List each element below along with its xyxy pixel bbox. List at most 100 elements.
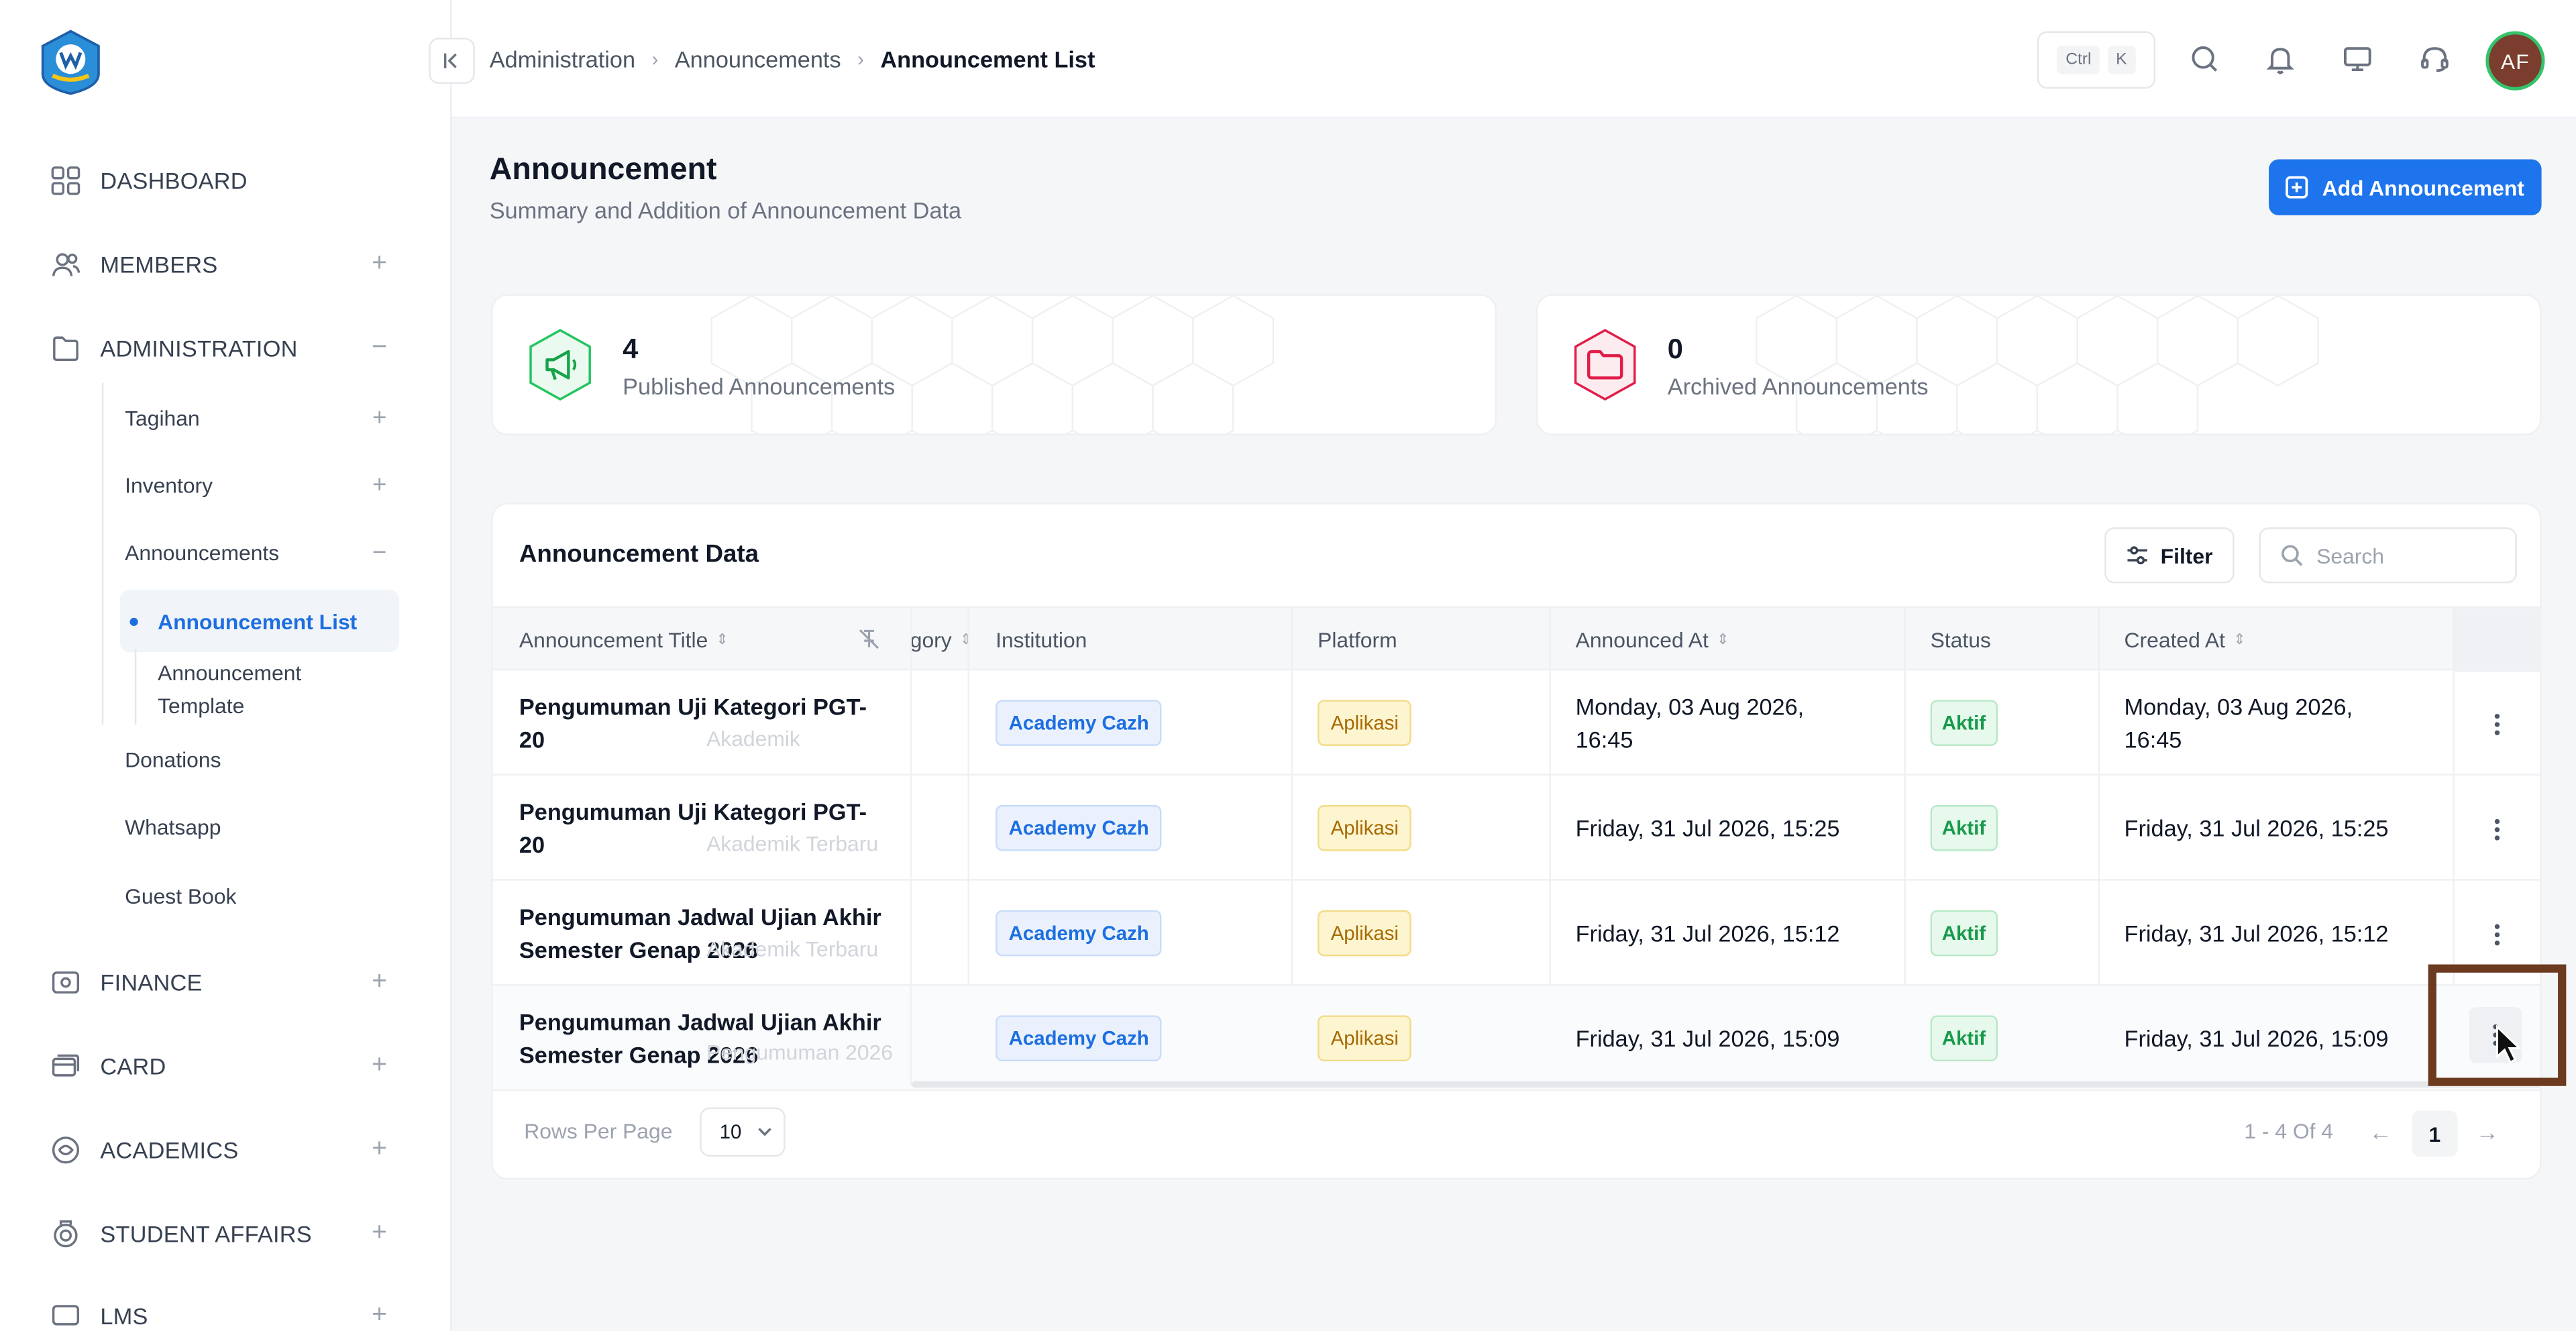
sort-icon[interactable]: ⇕	[2233, 631, 2245, 649]
expand-icon[interactable]: +	[368, 1301, 391, 1331]
sidebar-item-student-affairs[interactable]: STUDENT AFFAIRS +	[49, 1214, 390, 1254]
column-header-announced-at[interactable]: Announced At ⇕	[1576, 608, 1729, 672]
horizontal-scrollbar[interactable]	[912, 1081, 2540, 1088]
academics-icon	[49, 1134, 82, 1167]
sidebar-item-administration[interactable]: ADMINISTRATION −	[49, 329, 390, 368]
logo-icon[interactable]	[36, 28, 105, 97]
more-vertical-icon[interactable]	[2476, 808, 2519, 851]
column-header-created-at[interactable]: Created At ⇕	[2125, 608, 2246, 672]
kbd-key: Ctrl	[2057, 46, 2100, 74]
sidebar-item-label: FINANCE	[100, 969, 203, 996]
users-icon	[49, 248, 82, 281]
sidebar-item-finance[interactable]: FINANCE +	[49, 963, 390, 1002]
expand-icon[interactable]: +	[368, 1051, 391, 1081]
sidebar-item-dashboard[interactable]: DASHBOARD	[49, 161, 390, 201]
platform-badge: Aplikasi	[1318, 700, 1412, 746]
column-header-title[interactable]: Announcement Title ⇕	[519, 608, 729, 672]
cell-platform: Aplikasi	[1318, 986, 1412, 1091]
expand-icon[interactable]: +	[368, 1135, 391, 1165]
mouse-cursor-icon	[2496, 1025, 2522, 1064]
more-vertical-icon[interactable]	[2476, 703, 2519, 746]
pagination-range: 1 - 4 Of 4	[2244, 1118, 2334, 1144]
bell-icon[interactable]	[2264, 43, 2297, 76]
sidebar-item-label: LMS	[100, 1303, 148, 1330]
unpin-column-icon[interactable]	[857, 628, 880, 651]
sidebar: DASHBOARD MEMBERS + ADMINISTRATION − Tag…	[0, 0, 452, 1331]
breadcrumb-current: Announcement List	[880, 46, 1095, 72]
sidebar-item-members[interactable]: MEMBERS +	[49, 245, 390, 284]
add-announcement-label: Add Announcement	[2322, 174, 2524, 200]
rows-per-page-select[interactable]: 10	[700, 1107, 786, 1157]
sidebar-item-guest-book[interactable]: Guest Book	[125, 877, 391, 914]
cell-created-at: Monday, 03 Aug 2026, 16:45	[2124, 693, 2353, 753]
search-input[interactable]	[2316, 543, 2498, 568]
monitor-icon[interactable]	[2341, 43, 2374, 76]
expand-icon[interactable]: +	[368, 967, 391, 997]
status-badge: Aktif	[1930, 700, 1998, 746]
column-header-label: Announced At	[1575, 627, 1709, 653]
column-header-platform[interactable]: Platform	[1318, 608, 1397, 672]
command-palette-button[interactable]: Ctrl K	[2037, 31, 2156, 89]
sidebar-item-tagihan[interactable]: Tagihan +	[125, 399, 391, 435]
sidebar-item-announcement-list[interactable]: Announcement List	[119, 590, 400, 653]
table-row[interactable]: Pengumuman Jadwal Ujian Akhir Semester G…	[492, 881, 2540, 986]
search-icon[interactable]	[2188, 43, 2221, 76]
expand-icon[interactable]: +	[368, 1219, 391, 1248]
cell-announced-at: Friday, 31 Jul 2026, 15:09	[1575, 1025, 1840, 1052]
page-number[interactable]: 1	[2412, 1110, 2458, 1157]
sidebar-item-label: ADMINISTRATION	[100, 335, 298, 362]
page-subtitle: Summary and Addition of Announcement Dat…	[489, 197, 962, 224]
sidebar-item-label: DASHBOARD	[100, 167, 248, 194]
expand-icon[interactable]: +	[368, 403, 391, 431]
sort-icon[interactable]: ⇕	[960, 631, 972, 649]
sort-icon[interactable]: ⇕	[716, 631, 729, 649]
chevron-down-icon	[759, 1128, 772, 1136]
prev-page-icon[interactable]: ←	[2369, 1119, 2392, 1145]
sidebar-item-lms[interactable]: LMS +	[49, 1296, 390, 1330]
page-title: Announcement	[489, 152, 717, 188]
table-row[interactable]: Pengumuman Jadwal Ujian Akhir Semester G…	[492, 986, 2540, 1092]
table-row[interactable]: Pengumuman Uji Kategori PGT-20 Akademik …	[492, 776, 2540, 881]
sidebar-item-announcement-template[interactable]: Announcement Template	[158, 657, 371, 723]
cell-institution: Academy Cazh	[996, 776, 1163, 881]
column-header-category[interactable]: gory ⇕	[910, 608, 973, 672]
breadcrumb-item[interactable]: Administration	[490, 46, 635, 72]
filter-label: Filter	[2160, 543, 2213, 568]
column-header-institution[interactable]: Institution	[996, 608, 1087, 672]
sidebar-item-card[interactable]: CARD +	[49, 1047, 390, 1086]
tree-line	[101, 382, 104, 725]
topbar: Administration › Announcements › Announc…	[429, 0, 2576, 119]
filter-button[interactable]: Filter	[2104, 527, 2235, 584]
expand-icon[interactable]: +	[368, 250, 391, 279]
table-row[interactable]: Pengumuman Uji Kategori PGT-20 Akademik …	[492, 670, 2540, 776]
sidebar-item-academics[interactable]: ACADEMICS +	[49, 1130, 390, 1170]
sidebar-item-label: Announcement List	[158, 608, 358, 634]
next-page-icon[interactable]: →	[2476, 1119, 2499, 1145]
cell-created-at: Friday, 31 Jul 2026, 15:09	[2124, 1025, 2389, 1052]
sidebar-item-donations[interactable]: Donations	[125, 741, 391, 777]
add-announcement-button[interactable]: Add Announcement	[2269, 159, 2542, 215]
table-title: Announcement Data	[519, 540, 759, 569]
headset-icon[interactable]	[2418, 43, 2451, 76]
column-header-status[interactable]: Status	[1931, 608, 1991, 672]
column-header-label: gory	[910, 627, 952, 653]
sidebar-item-label: Tagihan	[125, 405, 200, 430]
expand-icon[interactable]: +	[368, 471, 391, 499]
breadcrumb-item[interactable]: Announcements	[675, 46, 841, 72]
sidebar-item-whatsapp[interactable]: Whatsapp	[125, 808, 391, 845]
sidebar-item-label: Announcements	[125, 539, 280, 565]
cell-status: Aktif	[1930, 670, 1998, 776]
archived-label: Archived Announcements	[1667, 372, 1929, 400]
sidebar-item-announcements[interactable]: Announcements −	[125, 534, 391, 570]
column-header-label: Status	[1930, 627, 1991, 653]
user-avatar[interactable]: AF	[2485, 31, 2545, 91]
collapse-icon[interactable]: −	[368, 333, 391, 363]
more-vertical-icon[interactable]	[2476, 914, 2519, 957]
collapse-icon[interactable]: −	[368, 538, 391, 566]
sidebar-collapse-button[interactable]	[429, 38, 475, 84]
sidebar-item-inventory[interactable]: Inventory +	[125, 467, 391, 503]
institution-badge: Academy Cazh	[996, 700, 1163, 746]
sort-icon[interactable]: ⇕	[1717, 631, 1729, 649]
folder-icon	[1574, 329, 1636, 401]
cell-announced-at: Friday, 31 Jul 2026, 15:12	[1575, 920, 1840, 947]
